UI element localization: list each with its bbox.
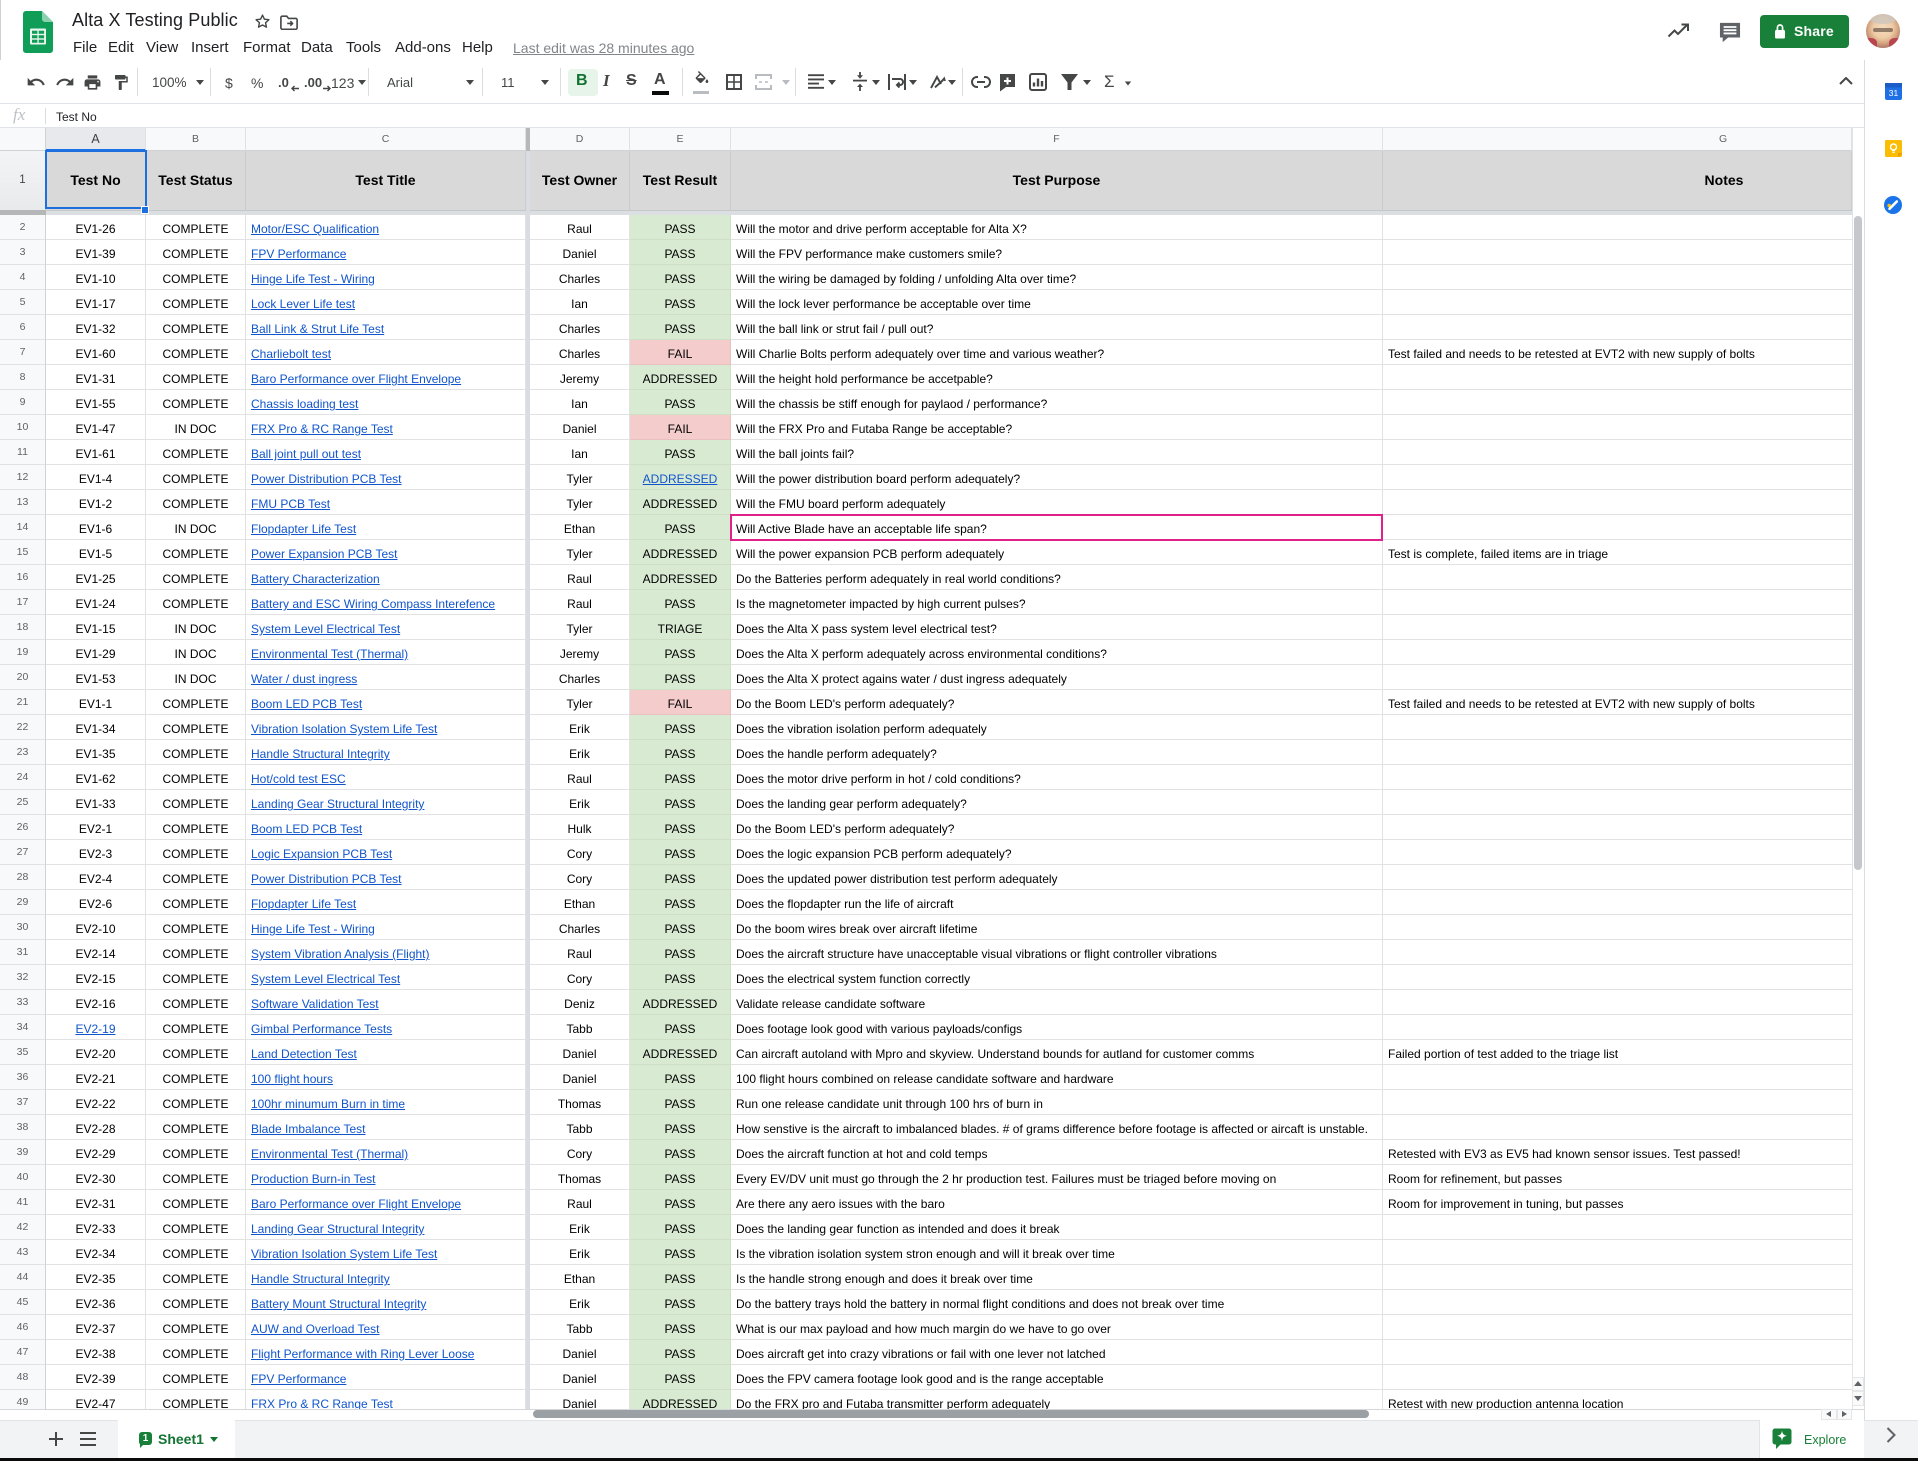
svg-text:31: 31 bbox=[1889, 88, 1899, 98]
